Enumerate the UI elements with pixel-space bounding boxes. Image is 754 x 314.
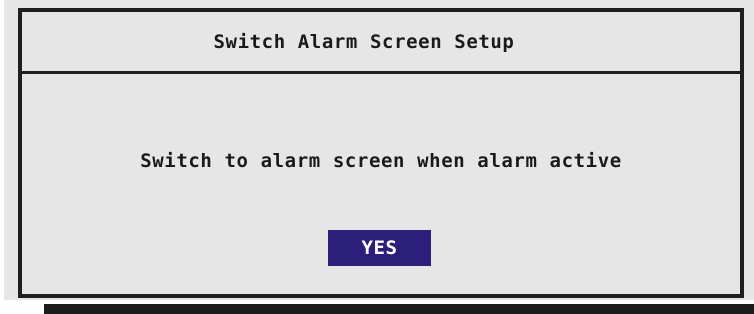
dialog-message: Switch to alarm screen when alarm active xyxy=(140,150,622,172)
dialog-shadow xyxy=(44,304,754,314)
dialog-title-bar: Switch Alarm Screen Setup xyxy=(22,12,740,74)
yes-button[interactable]: YES xyxy=(328,230,431,266)
alarm-setup-dialog: Switch Alarm Screen Setup Switch to alar… xyxy=(18,8,744,298)
dialog-title: Switch Alarm Screen Setup xyxy=(213,30,515,53)
